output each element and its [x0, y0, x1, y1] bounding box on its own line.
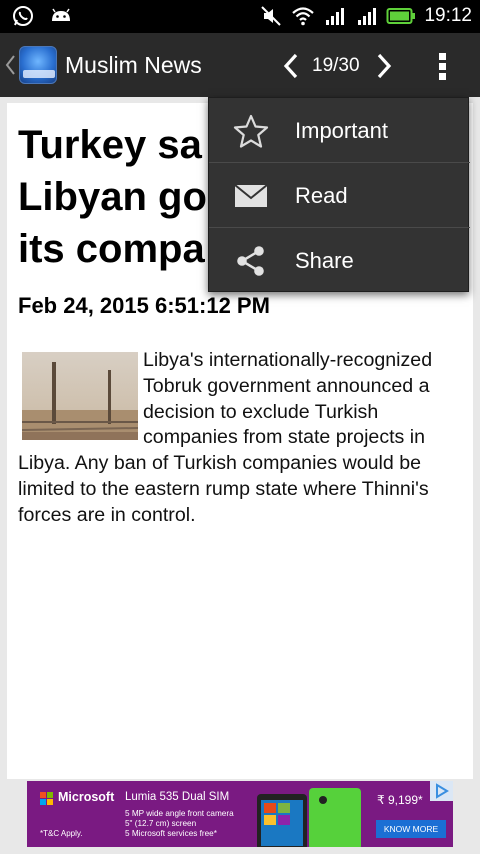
ad-know-more-button[interactable]: KNOW MORE	[376, 820, 446, 838]
article-body: Libya's internationally-recognized Tobru…	[18, 348, 466, 529]
status-bar: 19:12	[0, 0, 480, 33]
battery-icon	[386, 8, 416, 24]
muted-icon	[261, 6, 282, 26]
menu-item-share[interactable]: Share	[209, 228, 470, 292]
menu-item-read[interactable]: Read	[209, 163, 470, 227]
app-title: Muslim News	[65, 52, 202, 78]
ad-spec-2: 5" (12.7 cm) screen	[125, 819, 197, 828]
logo-text-strip	[23, 70, 55, 78]
overflow-menu-icon[interactable]	[433, 50, 453, 82]
whatsapp-icon	[13, 6, 33, 26]
star-icon	[233, 114, 269, 148]
android-icon	[52, 8, 70, 21]
article-counter: 19/30	[312, 55, 360, 76]
ad-banner[interactable]: Microsoft *T&C Apply. Lumia 535 Dual SIM…	[27, 781, 453, 847]
ad-price: ₹ 9,199*	[377, 793, 423, 807]
signal-2-icon	[358, 8, 377, 25]
adchoices-icon[interactable]	[430, 781, 453, 801]
overflow-popup-menu: Important Read Share	[208, 97, 470, 292]
ad-product: Lumia 535 Dual SIM	[125, 791, 230, 803]
wifi-icon	[292, 7, 315, 26]
back-chevron-icon[interactable]	[4, 53, 16, 77]
ad-phones-image	[257, 788, 361, 847]
status-time: 19:12	[424, 5, 472, 26]
article-datetime: Feb 24, 2015 6:51:12 PM	[18, 293, 270, 318]
thumbnail-spacer	[18, 348, 143, 438]
action-bar: Muslim News 19/30	[0, 33, 480, 97]
ad-spec-3: 5 Microsoft services free*	[125, 829, 217, 838]
menu-item-important[interactable]: Important	[209, 98, 470, 162]
share-icon	[237, 246, 264, 276]
ad-spec-1: 5 MP wide angle front camera	[125, 809, 234, 818]
menu-label-important: Important	[295, 118, 388, 143]
menu-label-share: Share	[295, 248, 354, 273]
ad-brand: Microsoft	[58, 790, 115, 804]
envelope-icon	[234, 184, 268, 207]
microsoft-logo-icon	[40, 792, 54, 806]
signal-icon	[326, 8, 345, 25]
next-icon[interactable]	[373, 51, 395, 81]
ad-disclaimer: *T&C Apply.	[40, 829, 83, 838]
menu-label-read: Read	[295, 183, 348, 208]
previous-icon[interactable]	[280, 51, 302, 81]
app-logo[interactable]	[19, 46, 57, 84]
